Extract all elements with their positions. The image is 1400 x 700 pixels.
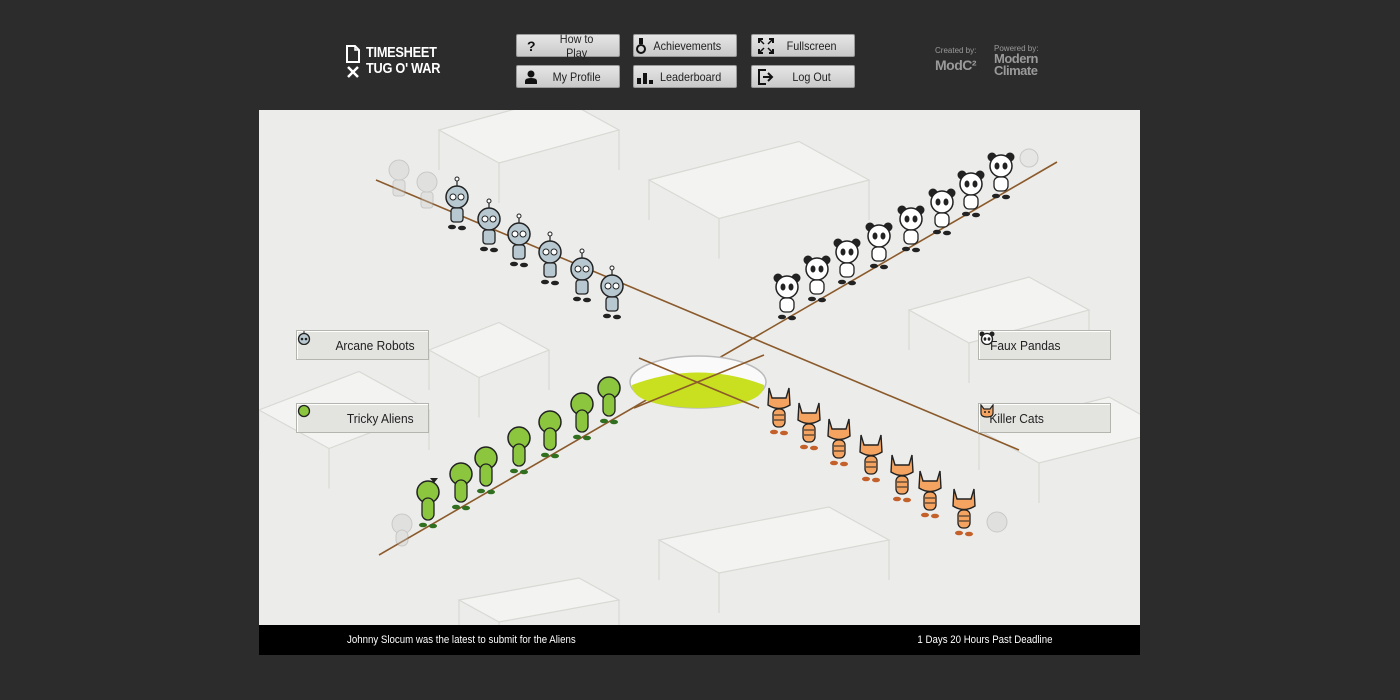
robot-character (570, 248, 594, 303)
panda-character (897, 205, 925, 253)
team-name-arcane-robots: Arcane Robots (335, 337, 415, 353)
robot-character (445, 176, 469, 231)
cat-character (952, 488, 976, 537)
alien-character (474, 446, 498, 495)
alien-character (507, 426, 531, 475)
deadline-text: 1 Days 20 Hours Past Deadline (916, 634, 1052, 646)
logo-title-line2: TUG O' WAR (366, 60, 441, 77)
cat-character (890, 454, 914, 503)
game-scene (259, 110, 1140, 625)
robot-ghost (388, 159, 410, 197)
log-out-button[interactable]: Log Out (751, 65, 855, 88)
powered-by-name-2: Climate (994, 63, 1038, 78)
fullscreen-label: Fullscreen (786, 38, 837, 53)
team-name-faux-pandas: Faux Pandas (990, 337, 1061, 353)
desk (437, 110, 621, 203)
team-label-tricky-aliens[interactable]: Tricky Aliens (296, 403, 429, 433)
game-stage: Arcane Robots Tricky Aliens Faux Pandas … (259, 110, 1140, 625)
robot-ghost (416, 171, 438, 209)
alien-icon (297, 404, 311, 418)
svg-text:?: ? (527, 39, 536, 53)
created-by-label: Created by: (935, 46, 977, 55)
my-profile-label: My Profile (552, 69, 601, 84)
user-icon (525, 70, 537, 84)
logout-icon (758, 68, 774, 85)
cat-character (797, 402, 821, 451)
fullscreen-icon (758, 37, 774, 54)
robot-character (477, 198, 501, 253)
team-name-killer-cats: Killer Cats (989, 410, 1044, 426)
robot-character (507, 213, 531, 268)
medal-icon (636, 37, 647, 54)
panda-character (865, 222, 893, 270)
panda-character (987, 152, 1015, 200)
app-logo: TIMESHEET TUG O' WAR (346, 43, 466, 81)
panda-icon (979, 331, 995, 345)
how-to-play-label: How to Play (559, 31, 594, 60)
cat-character (827, 418, 851, 467)
how-to-play-button[interactable]: ? How to Play (516, 31, 620, 60)
document-icon (346, 45, 360, 63)
leaderboard-label: Leaderboard (659, 69, 722, 84)
robot-character (538, 231, 562, 286)
team-label-arcane-robots[interactable]: Arcane Robots (296, 330, 429, 360)
cat-character (859, 434, 883, 483)
leaderboard-button[interactable]: Leaderboard (633, 65, 737, 88)
desk (457, 577, 621, 625)
cross-icon (347, 66, 359, 78)
team-name-tricky-aliens: Tricky Aliens (346, 410, 414, 426)
cat-ghost (986, 511, 1008, 533)
log-out-label: Log Out (792, 69, 831, 84)
cat-character (918, 470, 942, 519)
achievements-label: Achievements (652, 38, 721, 53)
alien-character (416, 480, 440, 529)
powered-by-credit: Powered by: Modern Climate (994, 44, 1038, 77)
cat-character (767, 387, 791, 436)
robot-icon (297, 331, 311, 345)
panda-ghost (1019, 148, 1039, 168)
cat-icon (980, 404, 994, 418)
team-label-faux-pandas[interactable]: Faux Pandas (978, 330, 1111, 360)
created-by-name: ModC² (935, 57, 977, 73)
achievements-button[interactable]: Achievements (633, 34, 737, 57)
alien-ghost (391, 513, 413, 547)
fullscreen-button[interactable]: Fullscreen (751, 34, 855, 57)
desk (657, 506, 891, 613)
panda-character (957, 170, 985, 218)
desk (427, 321, 551, 418)
robot-character (600, 265, 624, 320)
my-profile-button[interactable]: My Profile (516, 65, 620, 88)
team-label-killer-cats[interactable]: Killer Cats (978, 403, 1111, 433)
latest-submission-text: Johnny Slocum was the latest to submit f… (347, 634, 576, 646)
created-by-credit: Created by: ModC² (935, 46, 977, 73)
logo-title-line1: TIMESHEET (366, 44, 437, 61)
question-icon: ? (527, 39, 536, 53)
status-bar: Johnny Slocum was the latest to submit f… (259, 625, 1140, 655)
bar-chart-icon (636, 72, 653, 84)
